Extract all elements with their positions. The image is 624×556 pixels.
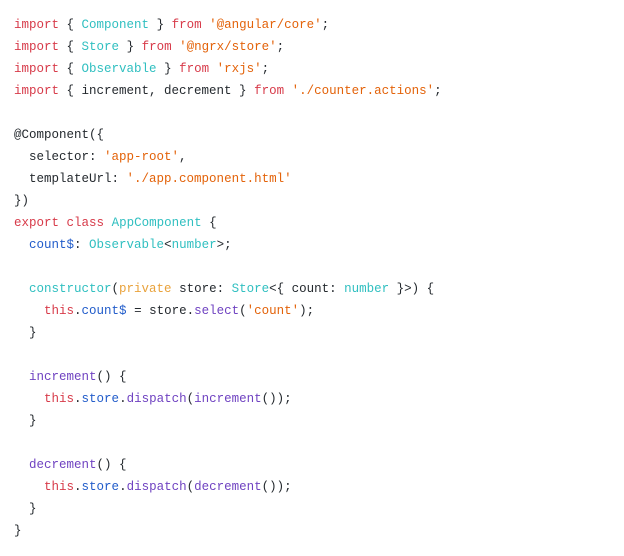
method-name: decrement [29, 458, 97, 472]
brace-close: } [14, 414, 37, 428]
string: 'rxjs' [217, 62, 262, 76]
end: ); [299, 304, 314, 318]
modifier: private [119, 282, 172, 296]
brace-close: } [14, 326, 37, 340]
paren-brace: () { [97, 370, 127, 384]
paren-brace: ) { [412, 282, 435, 296]
string: '@angular/core' [209, 18, 322, 32]
brace-open: { [67, 40, 82, 54]
dot: . [74, 480, 82, 494]
decorator: @Component({ [14, 128, 104, 142]
keyword: from [172, 18, 202, 32]
keyword: import [14, 62, 59, 76]
keyword: from [142, 40, 172, 54]
paren: ( [187, 392, 195, 406]
method-call: dispatch [127, 392, 187, 406]
constructor: constructor [29, 282, 112, 296]
space [172, 282, 180, 296]
brace-close: } [157, 62, 172, 76]
type: Component [82, 18, 150, 32]
type: Observable [89, 238, 164, 252]
brace-close: } [14, 524, 22, 538]
end: ()); [262, 392, 292, 406]
keyword: import [14, 18, 59, 32]
type: number [172, 238, 217, 252]
comma: , [179, 150, 187, 164]
member: count$ [82, 304, 127, 318]
member: store [82, 480, 120, 494]
string: './counter.actions' [292, 84, 435, 98]
brace-close: } [119, 40, 134, 54]
paren: ( [112, 282, 120, 296]
lt: < [164, 238, 172, 252]
type: number [344, 282, 389, 296]
keyword: this [44, 304, 74, 318]
keyword: import [14, 84, 59, 98]
class-name: AppComponent [112, 216, 202, 230]
dot: . [119, 392, 127, 406]
fn-call: decrement [194, 480, 262, 494]
keyword: class [67, 216, 105, 230]
keyword: import [14, 40, 59, 54]
dot: . [74, 392, 82, 406]
type: Store [232, 282, 270, 296]
keyword: from [254, 84, 284, 98]
member: store [82, 392, 120, 406]
keyword: export [14, 216, 59, 230]
member: count$ [29, 238, 74, 252]
property-key: templateUrl: [14, 172, 119, 186]
string: 'app-root' [104, 150, 179, 164]
brace-close: } [149, 18, 164, 32]
keyword: this [44, 392, 74, 406]
end: ()); [262, 480, 292, 494]
type: Store [82, 40, 120, 54]
brace-open: { [67, 18, 82, 32]
semicolon: ; [322, 18, 330, 32]
decorator-close: }) [14, 194, 29, 208]
semicolon: ; [434, 84, 442, 98]
method-call: select [194, 304, 239, 318]
keyword: from [179, 62, 209, 76]
string: 'count' [247, 304, 300, 318]
string: './app.component.html' [127, 172, 292, 186]
method-name: increment [29, 370, 97, 384]
param: store [179, 282, 217, 296]
paren: ( [239, 304, 247, 318]
brace: { [202, 216, 217, 230]
dot: . [74, 304, 82, 318]
type: Observable [82, 62, 157, 76]
gt: }> [389, 282, 412, 296]
keyword: this [44, 480, 74, 494]
dot: . [119, 480, 127, 494]
string: '@ngrx/store' [179, 40, 277, 54]
colon: : [74, 238, 89, 252]
paren: ( [187, 480, 195, 494]
semicolon: ; [277, 40, 285, 54]
property-key: selector: [14, 150, 97, 164]
code-block: import { Component } from '@angular/core… [14, 14, 610, 542]
paren-brace: () { [97, 458, 127, 472]
fn-call: increment [194, 392, 262, 406]
method-call: dispatch [127, 480, 187, 494]
lt: <{ count: [269, 282, 344, 296]
gt: >; [217, 238, 232, 252]
colon: : [217, 282, 232, 296]
brace-open: { [67, 62, 82, 76]
brace-close: } [14, 502, 37, 516]
semicolon: ; [262, 62, 270, 76]
braces: { increment, decrement } [67, 84, 247, 98]
assign: = store. [127, 304, 195, 318]
